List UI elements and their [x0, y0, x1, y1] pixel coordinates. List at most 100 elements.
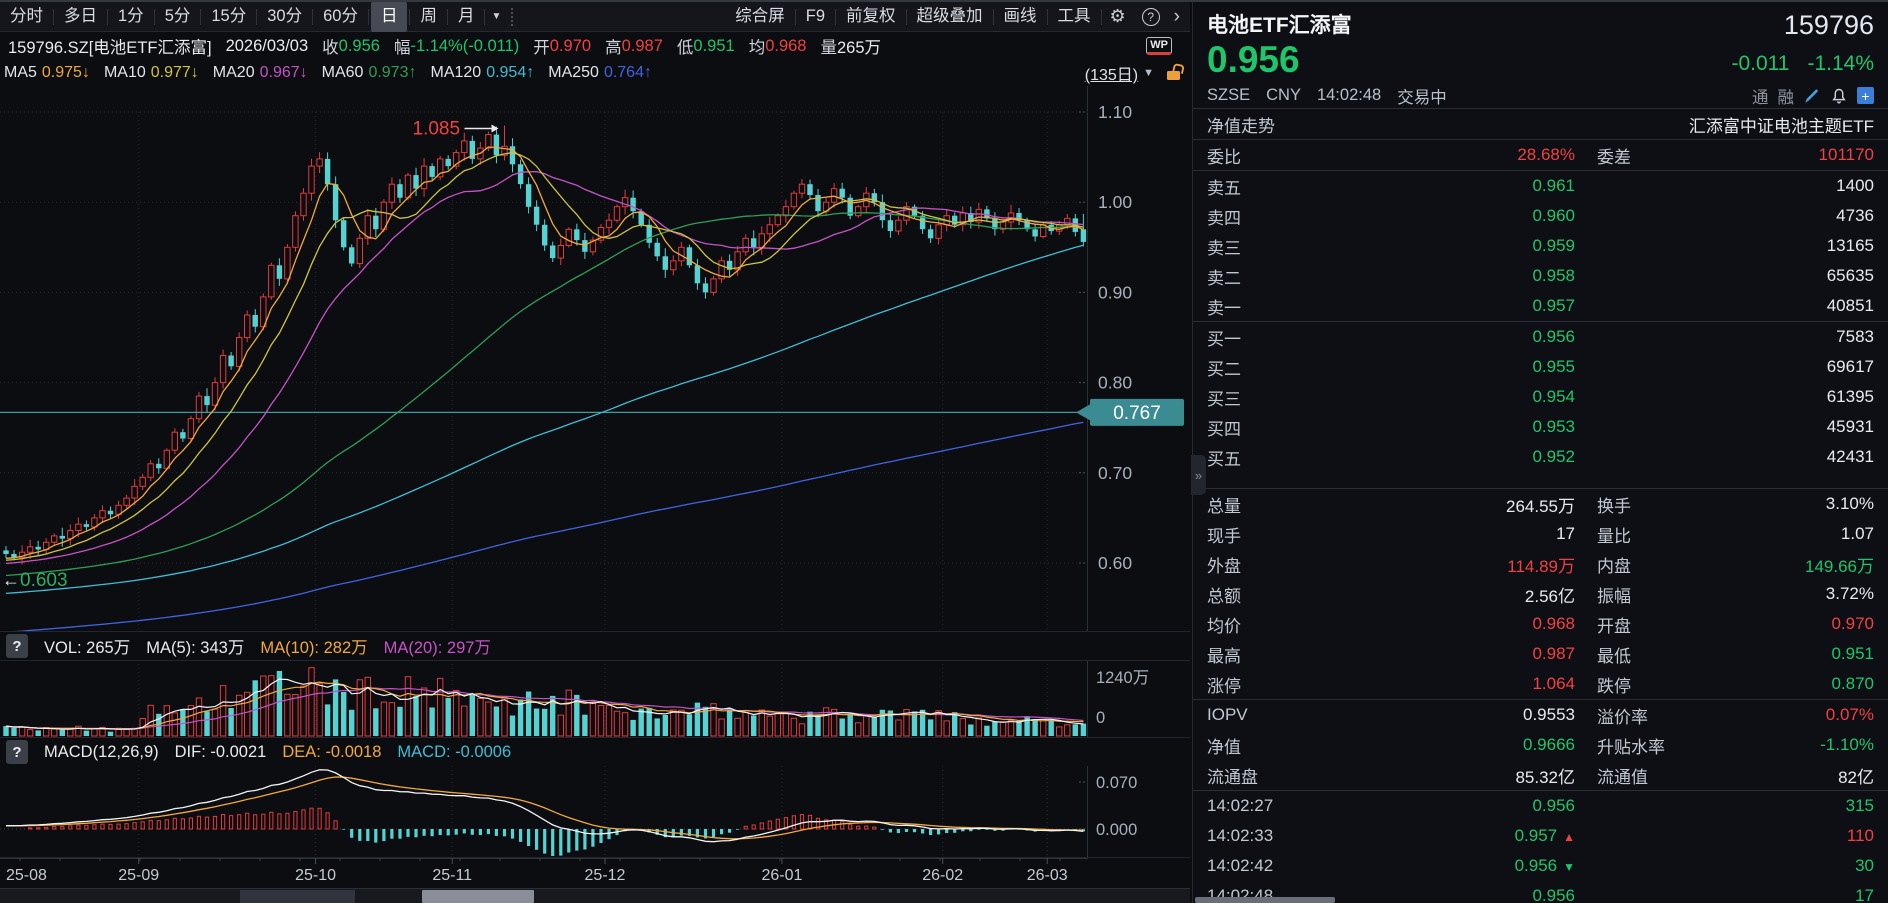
svg-text:25-11: 25-11	[432, 867, 472, 884]
tick-row: 14:02:330.957▲ 110	[1193, 821, 1888, 851]
stat-row: 现手17 量比1.07	[1193, 519, 1888, 549]
quote-field: 幅-1.14%(-0.011)	[394, 34, 519, 58]
ma-item: MA1200.954↑	[430, 64, 534, 82]
divider	[511, 8, 513, 26]
tab-period-1[interactable]: 多日	[54, 2, 107, 32]
tool-button-5[interactable]: 工具	[1048, 2, 1101, 32]
stat-row: 最高0.987 最低0.951	[1193, 639, 1888, 669]
gear-icon[interactable]: ⚙	[1102, 6, 1134, 27]
tab-period-8[interactable]: 周	[410, 2, 447, 32]
bid-row[interactable]: 买一0.956 7583	[1193, 322, 1888, 352]
quote-date: 2026/03/03	[226, 37, 309, 56]
tool-button-2[interactable]: 前复权	[836, 2, 906, 32]
svg-text:1240万: 1240万	[1096, 669, 1149, 687]
tool-button-3[interactable]: 超级叠加	[907, 2, 993, 32]
wp-badge[interactable]: WP	[1146, 37, 1172, 55]
candlestick-chart[interactable]: 1.101.000.900.800.700.60 0.7671.085 ←0.6…	[0, 86, 1190, 632]
symbol-code: 159796.SZ[电池ETF汇添富]	[8, 34, 212, 58]
svg-text:1.00: 1.00	[1098, 192, 1132, 212]
chevron-right-icon[interactable]: ›	[1168, 6, 1190, 28]
range-label[interactable]: (135日)	[1085, 61, 1138, 85]
svg-text:26-01: 26-01	[761, 867, 802, 884]
tab-nav-trend[interactable]: 净值走势	[1207, 112, 1275, 137]
bid-row[interactable]: 买二0.955 69617	[1193, 352, 1888, 382]
ma-item: MA100.977↓	[104, 64, 199, 82]
quote-fields: 收0.956幅-1.14%(-0.011)开0.970高0.987低0.951均…	[322, 34, 881, 58]
ask-row[interactable]: 卖三0.959 13165	[1193, 231, 1888, 261]
indicator-value: DEA: -0.0018	[282, 743, 381, 762]
tool-button-1[interactable]: F9	[796, 2, 835, 32]
tab-period-9[interactable]: 月	[448, 2, 485, 32]
security-code: 159796	[1784, 12, 1874, 39]
alert-bell-icon[interactable]	[1830, 87, 1848, 105]
quote-field: 收0.956	[322, 34, 380, 58]
svg-text:0.767: 0.767	[1113, 403, 1161, 424]
tool-button-0[interactable]: 综合屏	[725, 2, 795, 32]
tab-period-0[interactable]: 分时	[0, 2, 53, 32]
tool-button-4[interactable]: 画线	[994, 2, 1047, 32]
svg-text:1.10: 1.10	[1098, 102, 1132, 122]
scrollbar-thumb[interactable]	[422, 890, 534, 903]
tab-period-6[interactable]: 60分	[313, 2, 368, 32]
stat-row: IOPV0.9553 溢价率0.07%	[1193, 700, 1888, 730]
quote-panel: » 电池ETF汇添富 159796 0.956 -0.011 -1.14% SZ…	[1192, 2, 1888, 903]
weicha-value: 101170	[1819, 145, 1874, 165]
bid-levels: 买一0.956 7583 买二0.955 69617 买三0.954 61395…	[1193, 322, 1888, 472]
weibi-label: 委比	[1207, 143, 1241, 168]
panel-collapse-button[interactable]: »	[1191, 455, 1206, 495]
help-icon[interactable]: ?	[6, 634, 28, 658]
price-change-pct: -1.14%	[1807, 52, 1874, 76]
bid-row[interactable]: 买五0.952 42431	[1193, 442, 1888, 472]
indicator-value: MA(20): 297万	[384, 634, 491, 658]
margin-tag-tong: 通	[1752, 84, 1769, 108]
ask-row[interactable]: 卖五0.961 1400	[1193, 171, 1888, 201]
help-icon[interactable]: ?	[6, 740, 28, 764]
svg-text:0: 0	[1096, 709, 1105, 727]
divider	[368, 9, 369, 25]
weicha-label: 委差	[1597, 143, 1631, 168]
ma-item: MA50.975↓	[4, 64, 90, 82]
unlock-icon[interactable]	[1167, 71, 1180, 80]
fund-stats-block: IOPV0.9553 溢价率0.07% 净值0.9666 升贴水率-1.10% …	[1193, 700, 1888, 790]
stat-row: 涨停1.064 跌停0.870	[1193, 669, 1888, 699]
macd-chart[interactable]: 0.0700.000	[0, 766, 1190, 858]
quote-field: 开0.970	[533, 34, 591, 58]
ask-row[interactable]: 卖四0.960 4736	[1193, 201, 1888, 231]
tab-period-7[interactable]: 日	[371, 2, 408, 32]
indicator-value: VOL: 265万	[44, 634, 130, 658]
tab-period-5[interactable]: 30分	[257, 2, 312, 32]
svg-text:0.000: 0.000	[1096, 821, 1137, 839]
help-icon[interactable]: ?	[1142, 8, 1160, 26]
range-selector[interactable]: (135日) ▼	[1085, 61, 1180, 85]
quote-field: 量265万	[820, 34, 881, 58]
bid-row[interactable]: 买四0.953 45931	[1193, 412, 1888, 442]
svg-text:←: ←	[2, 570, 20, 590]
tick-scrollbar[interactable]	[1195, 897, 1335, 903]
bid-row[interactable]: 买三0.954 61395	[1193, 382, 1888, 412]
chevron-down-icon[interactable]: ▼	[485, 11, 507, 22]
tab-period-2[interactable]: 1分	[108, 2, 154, 32]
ma-item: MA600.973↑	[322, 64, 417, 82]
svg-text:1.085: 1.085	[413, 119, 461, 140]
volume-chart[interactable]: 1240万 0	[0, 660, 1190, 738]
chevron-down-icon[interactable]: ▼	[1143, 67, 1154, 79]
ask-row[interactable]: 卖一0.957 40851	[1193, 291, 1888, 321]
tick-row: 14:02:270.956 315	[1193, 791, 1888, 821]
stat-row: 外盘114.89万 内盘149.66万	[1193, 549, 1888, 579]
margin-tag-rong: 融	[1778, 84, 1795, 108]
volume-values: VOL: 265万MA(5): 343万MA(10): 282万MA(20): …	[44, 634, 491, 658]
quote-field: 低0.951	[677, 34, 735, 58]
tick-list: 14:02:270.956 315 14:02:330.957▲ 110 14:…	[1193, 791, 1888, 903]
indicator-value: DIF: -0.0021	[175, 743, 267, 762]
chart-scrollbar[interactable]	[0, 888, 1190, 903]
weibi-row: 委比 28.68% 委差 101170	[1193, 140, 1888, 170]
indicator-value: MACD: -0.0006	[397, 743, 511, 762]
tab-period-3[interactable]: 5分	[155, 2, 201, 32]
last-price: 0.956	[1207, 40, 1300, 81]
ask-row[interactable]: 卖二0.958 65635	[1193, 261, 1888, 291]
scrollbar-segment[interactable]	[240, 890, 355, 903]
tab-period-4[interactable]: 15分	[201, 2, 256, 32]
svg-text:25-08: 25-08	[6, 867, 47, 884]
add-to-watchlist-icon[interactable]: +	[1857, 87, 1874, 104]
edit-pencil-icon[interactable]	[1803, 87, 1821, 105]
